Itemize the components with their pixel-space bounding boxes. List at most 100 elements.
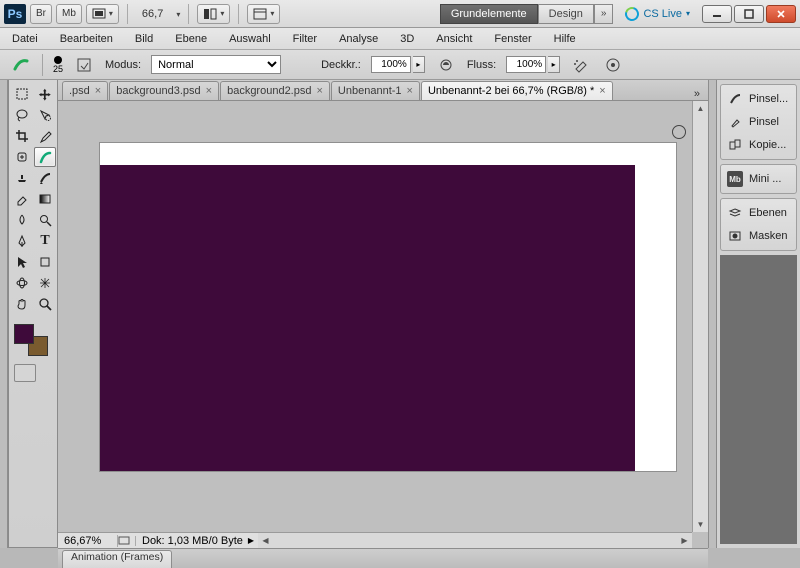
close-button[interactable] [766,5,796,23]
tab-close-icon[interactable]: × [407,85,413,97]
document-tab[interactable]: Unbenannt-1× [331,81,420,100]
horizontal-scrollbar[interactable]: ◀ ▶ [258,532,692,548]
bottom-panel-bar: Animation (Frames) [58,548,708,568]
view-extras-dropdown[interactable] [197,4,230,24]
cs-live-button[interactable]: CS Live ▾ [625,7,690,21]
marquee-tool[interactable] [11,84,33,104]
quick-mask-toggle[interactable] [14,364,36,382]
gradient-tool[interactable] [34,189,56,209]
menu-filter[interactable]: Filter [289,30,321,48]
zoom-tool[interactable] [34,294,56,314]
panel-layers[interactable]: Ebenen [723,202,794,224]
menu-bild[interactable]: Bild [131,30,157,48]
animation-frames-tab[interactable]: Animation (Frames) [62,550,172,568]
panel-clone-source[interactable]: Kopie... [723,134,794,156]
clone-stamp-tool[interactable] [11,168,33,188]
document-tab[interactable]: background3.psd× [109,81,219,100]
right-gutter [708,80,716,548]
opacity-input[interactable] [371,56,411,73]
document-tab[interactable]: .psd× [62,81,108,100]
opacity-dropdown[interactable]: ▸ [413,56,425,73]
dodge-tool[interactable] [34,210,56,230]
scroll-down-icon[interactable]: ▼ [693,517,708,532]
lasso-tool[interactable] [11,105,33,125]
status-preview-icon[interactable] [118,536,136,546]
blur-tool[interactable] [11,210,33,230]
menu-ebene[interactable]: Ebene [171,30,211,48]
document-tab-active[interactable]: Unbenannt-2 bei 66,7% (RGB/8) *× [421,81,613,100]
panel-group-layers: Ebenen Masken [720,198,797,251]
mini-bridge-button[interactable]: Mb [56,4,82,24]
blend-mode-select[interactable]: Normal [151,55,281,74]
screen-mode-dropdown[interactable] [86,4,119,24]
tablet-pressure-opacity-icon[interactable] [435,54,457,76]
airbrush-toggle-icon[interactable] [570,54,592,76]
zoom-dropdown[interactable] [173,8,180,20]
menu-3d[interactable]: 3D [396,30,418,48]
status-zoom[interactable]: 66,67% [58,535,118,547]
panel-masks[interactable]: Masken [723,225,794,247]
type-tool[interactable]: T [34,231,56,251]
panel-label: Pinsel [749,116,779,128]
workspace-more-button[interactable]: » [594,4,614,24]
menu-hilfe[interactable]: Hilfe [550,30,580,48]
canvas-content[interactable] [100,165,635,471]
eyedropper-tool[interactable] [34,126,56,146]
workspace-switcher: Grundelemente Design » [440,4,614,24]
menu-auswahl[interactable]: Auswahl [225,30,275,48]
path-select-tool[interactable] [11,252,33,272]
panel-brush[interactable]: Pinsel [723,111,794,133]
scroll-left-icon[interactable]: ◀ [258,536,273,545]
workspace-tab-design[interactable]: Design [538,4,594,24]
brush-panel-toggle[interactable] [73,54,95,76]
document-tab[interactable]: background2.psd× [220,81,330,100]
status-doc-info[interactable]: Dok: 1,03 MB/0 Byte [136,535,244,547]
document-area: .psd× background3.psd× background2.psd× … [58,80,708,548]
zoom-value[interactable]: 66,7 [136,8,169,20]
move-tool[interactable] [34,84,56,104]
panel-brush-presets[interactable]: Pinsel... [723,88,794,110]
canvas-viewport[interactable]: ▲ ▼ 66,67% Dok: 1,03 MB/0 Byte ▶ ◀ ▶ [58,101,708,548]
hand-tool[interactable] [11,294,33,314]
color-swatches[interactable] [11,322,55,358]
tab-close-icon[interactable]: × [599,85,605,97]
menu-bearbeiten[interactable]: Bearbeiten [56,30,117,48]
crop-tool[interactable] [11,126,33,146]
tablet-pressure-size-icon[interactable] [602,54,624,76]
foreground-color-swatch[interactable] [14,324,34,344]
vertical-scrollbar[interactable]: ▲ ▼ [692,101,708,532]
tab-close-icon[interactable]: × [206,85,212,97]
flow-dropdown[interactable]: ▸ [548,56,560,73]
brush-preset-picker[interactable]: 25 [53,56,63,74]
tab-close-icon[interactable]: × [316,85,322,97]
minimize-button[interactable] [702,5,732,23]
arrange-documents-dropdown[interactable] [247,4,280,24]
panel-mini-bridge[interactable]: MbMini ... [723,168,794,190]
menu-analyse[interactable]: Analyse [335,30,382,48]
history-brush-tool[interactable] [34,168,56,188]
panel-empty-area [720,255,797,544]
menu-fenster[interactable]: Fenster [490,30,535,48]
flow-input[interactable] [506,56,546,73]
status-info-dropdown[interactable]: ▶ [244,536,258,545]
shape-tool[interactable] [34,252,56,272]
maximize-button[interactable] [734,5,764,23]
quick-select-tool[interactable] [34,105,56,125]
layers-icon [727,205,743,221]
pen-tool[interactable] [11,231,33,251]
menu-ansicht[interactable]: Ansicht [432,30,476,48]
scroll-right-icon[interactable]: ▶ [677,536,692,545]
workspace-tab-active[interactable]: Grundelemente [440,4,538,24]
tab-close-icon[interactable]: × [95,85,101,97]
scroll-up-icon[interactable]: ▲ [693,101,708,116]
brush-tool[interactable] [34,147,56,167]
menu-datei[interactable]: Datei [8,30,42,48]
3d-rotate-tool[interactable] [11,273,33,293]
eraser-tool[interactable] [11,189,33,209]
tool-preset-picker[interactable] [10,54,32,76]
3d-camera-tool[interactable] [34,273,56,293]
separator [42,54,43,76]
tabs-overflow-button[interactable]: » [686,88,708,100]
bridge-button[interactable]: Br [30,4,52,24]
healing-brush-tool[interactable] [11,147,33,167]
